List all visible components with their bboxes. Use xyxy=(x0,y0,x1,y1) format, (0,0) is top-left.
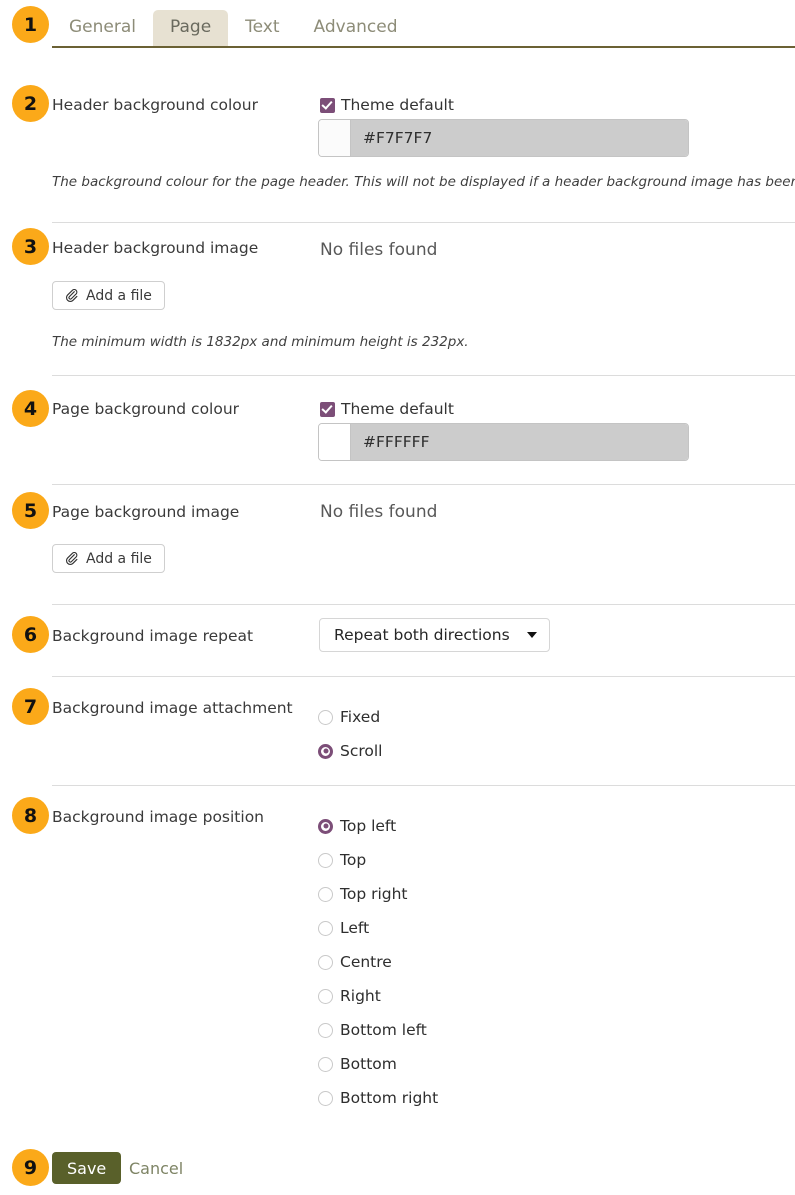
chevron-down-icon xyxy=(527,632,537,638)
page-background-image-label: Page background image xyxy=(52,503,240,521)
tab-bar: General Page Text Advanced xyxy=(52,4,795,48)
radio-option-fixed[interactable]: Fixed xyxy=(318,700,383,734)
radio-option-right[interactable]: Right xyxy=(318,979,438,1013)
background-image-repeat-select[interactable]: Repeat both directions xyxy=(319,618,550,652)
header-theme-default-label: Theme default xyxy=(341,96,454,114)
radio-circle-icon xyxy=(318,886,333,902)
header-background-colour-label: Header background colour xyxy=(52,96,258,114)
row-separator xyxy=(52,484,795,485)
radio-circle-icon xyxy=(318,852,333,868)
callout-badge-6: 6 xyxy=(12,616,49,653)
background-image-attachment-radios: Fixed Scroll xyxy=(318,700,383,768)
callout-badge-4: 4 xyxy=(12,390,49,427)
callout-badge-5: 5 xyxy=(12,492,49,529)
radio-circle-icon xyxy=(318,1056,333,1072)
paperclip-icon xyxy=(65,551,78,565)
header-theme-default-checkbox[interactable] xyxy=(320,97,335,113)
radio-circle-icon xyxy=(318,709,333,725)
tab-general[interactable]: General xyxy=(52,10,153,46)
header-colour-value[interactable]: #F7F7F7 xyxy=(351,120,688,156)
radio-label: Fixed xyxy=(340,708,381,726)
page-colour-value[interactable]: #FFFFFF xyxy=(351,424,688,460)
background-image-repeat-label: Background image repeat xyxy=(52,627,254,645)
row-separator xyxy=(52,676,795,677)
background-image-position-label: Background image position xyxy=(52,808,264,826)
radio-label: Top left xyxy=(340,817,397,835)
row-separator xyxy=(52,222,795,223)
radio-circle-icon xyxy=(318,1022,333,1038)
callout-badge-1: 1 xyxy=(12,6,49,43)
header-background-colour-field[interactable]: #F7F7F7 xyxy=(318,119,689,157)
tab-page[interactable]: Page xyxy=(153,9,229,46)
callout-badge-8: 8 xyxy=(12,797,49,834)
radio-circle-icon xyxy=(318,920,333,936)
radio-label: Top xyxy=(340,851,367,869)
callout-badge-9: 9 xyxy=(12,1149,49,1186)
radio-label: Scroll xyxy=(340,742,383,760)
radio-label: Bottom right xyxy=(340,1089,439,1107)
radio-label: Bottom xyxy=(340,1055,397,1073)
header-background-colour-help: The background colour for the page heade… xyxy=(52,174,795,190)
page-theme-default-checkbox-row[interactable]: Theme default xyxy=(320,400,454,418)
row-separator xyxy=(52,785,795,786)
row-separator xyxy=(52,604,795,605)
paperclip-icon xyxy=(65,288,78,302)
page-add-file-label: Add a file xyxy=(86,550,152,567)
header-background-image-label: Header background image xyxy=(52,239,259,257)
page-theme-default-label: Theme default xyxy=(341,400,454,418)
radio-circle-icon xyxy=(318,954,333,970)
background-image-repeat-value: Repeat both directions xyxy=(334,626,510,644)
radio-option-scroll[interactable]: Scroll xyxy=(318,734,383,768)
radio-option-top-left[interactable]: Top left xyxy=(318,809,438,843)
header-colour-swatch[interactable] xyxy=(319,120,351,156)
tab-advanced[interactable]: Advanced xyxy=(297,10,415,46)
radio-circle-selected-icon xyxy=(318,743,333,759)
callout-badge-3: 3 xyxy=(12,228,49,265)
header-theme-default-checkbox-row[interactable]: Theme default xyxy=(320,96,454,114)
callout-badge-7: 7 xyxy=(12,688,49,725)
page-image-no-files-text: No files found xyxy=(320,502,438,522)
radio-option-bottom-right[interactable]: Bottom right xyxy=(318,1081,438,1115)
background-image-position-radios: Top left Top Top right Left Centre Right… xyxy=(318,809,438,1115)
radio-label: Top right xyxy=(340,885,408,903)
page-background-colour-field[interactable]: #FFFFFF xyxy=(318,423,689,461)
radio-label: Centre xyxy=(340,953,392,971)
page-add-file-button[interactable]: Add a file xyxy=(52,544,165,573)
cancel-button[interactable]: Cancel xyxy=(121,1152,191,1184)
radio-circle-icon xyxy=(318,1090,333,1106)
radio-option-top[interactable]: Top xyxy=(318,843,438,877)
radio-label: Right xyxy=(340,987,381,1005)
header-add-file-button[interactable]: Add a file xyxy=(52,281,165,310)
radio-option-centre[interactable]: Centre xyxy=(318,945,438,979)
radio-label: Bottom left xyxy=(340,1021,427,1039)
header-image-no-files-text: No files found xyxy=(320,240,438,260)
radio-label: Left xyxy=(340,919,370,937)
radio-option-top-right[interactable]: Top right xyxy=(318,877,438,911)
radio-option-bottom[interactable]: Bottom xyxy=(318,1047,438,1081)
tab-text[interactable]: Text xyxy=(228,10,296,46)
save-button[interactable]: Save xyxy=(52,1152,122,1184)
page-colour-swatch[interactable] xyxy=(319,424,351,460)
radio-circle-selected-icon xyxy=(318,818,333,834)
callout-badge-2: 2 xyxy=(12,85,49,122)
radio-option-bottom-left[interactable]: Bottom left xyxy=(318,1013,438,1047)
page-background-colour-label: Page background colour xyxy=(52,400,240,418)
page-theme-default-checkbox[interactable] xyxy=(320,401,335,417)
header-add-file-label: Add a file xyxy=(86,287,152,304)
radio-circle-icon xyxy=(318,988,333,1004)
background-image-attachment-label: Background image attachment xyxy=(52,699,293,717)
row-separator xyxy=(52,375,795,376)
radio-option-left[interactable]: Left xyxy=(318,911,438,945)
header-background-image-help: The minimum width is 1832px and minimum … xyxy=(52,334,469,350)
